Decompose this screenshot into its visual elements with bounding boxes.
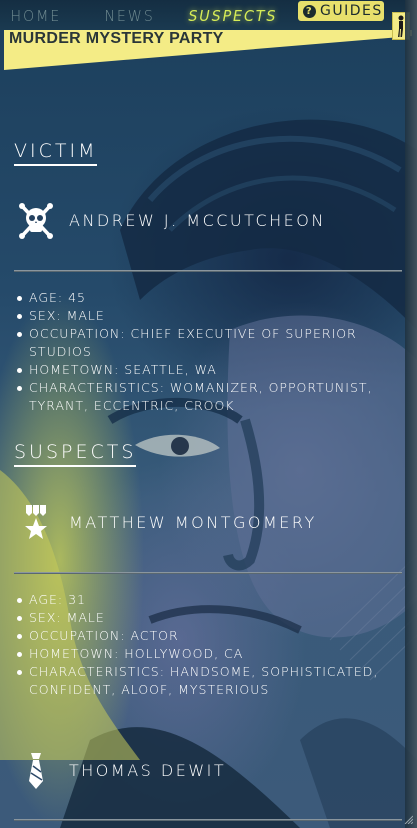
list-item: Age: 45 bbox=[16, 289, 386, 307]
suspects-heading: Suspects bbox=[14, 441, 137, 467]
list-item: Age: 31 bbox=[16, 591, 386, 609]
scrollbar[interactable] bbox=[405, 0, 417, 828]
divider bbox=[14, 270, 402, 272]
list-item: Occupation: Chief Executive of Superior … bbox=[16, 325, 386, 361]
suspect-facts-list: Age: 31 Sex: Male Occupation: Actor Home… bbox=[16, 591, 386, 699]
suspect-name: Matthew Montgomery bbox=[69, 513, 317, 532]
divider bbox=[14, 819, 402, 821]
necktie-icon bbox=[29, 753, 43, 789]
list-item: Hometown: Seattle, WA bbox=[16, 361, 386, 379]
list-item: Sex: Male bbox=[16, 609, 386, 627]
list-item: Hometown: Hollywood, CA bbox=[16, 645, 386, 663]
victim-row: Andrew J. McCutcheon bbox=[16, 202, 396, 242]
victim-heading: Victim bbox=[14, 140, 98, 166]
medal-icon bbox=[25, 505, 47, 539]
skull-crossbones-icon bbox=[19, 203, 53, 239]
suspect-name: Thomas Dewit bbox=[69, 761, 227, 780]
suspects-content: Victim Andrew J. McCutcheon Age: 45 Sex:… bbox=[0, 0, 405, 828]
victim-name: Andrew J. McCutcheon bbox=[69, 211, 326, 230]
list-item: Characteristics: Womanizer, Opportunist,… bbox=[16, 379, 386, 415]
list-item: Characteristics: Handsome, Sophisticated… bbox=[16, 663, 386, 699]
suspect-row[interactable]: Thomas Dewit bbox=[16, 752, 396, 792]
divider bbox=[14, 572, 402, 574]
list-item: Occupation: Actor bbox=[16, 627, 386, 645]
suspect-row[interactable]: Matthew Montgomery bbox=[16, 504, 396, 544]
resize-grip-icon[interactable] bbox=[403, 814, 413, 824]
victim-facts-list: Age: 45 Sex: Male Occupation: Chief Exec… bbox=[16, 289, 386, 415]
list-item: Sex: Male bbox=[16, 307, 386, 325]
